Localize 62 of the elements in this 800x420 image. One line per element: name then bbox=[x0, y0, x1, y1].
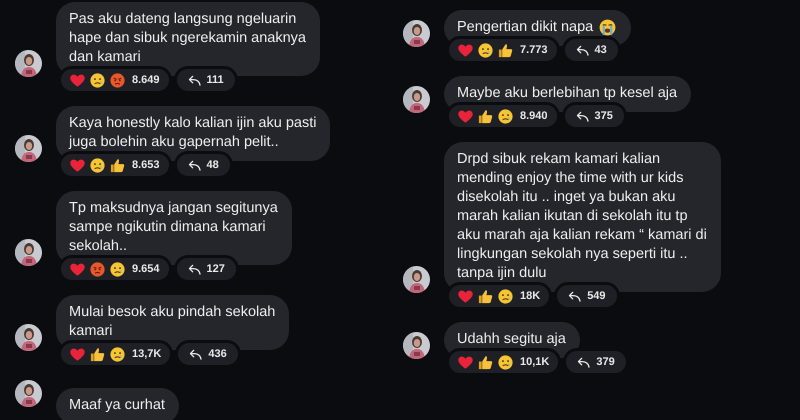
message-bubble: Pas aku dateng langsung ngeluarin hape dan sibuk ngerekamin anaknya dan kamari bbox=[56, 2, 320, 76]
sad-face-icon bbox=[497, 108, 514, 124]
sad-face-icon bbox=[109, 260, 126, 278]
reply-button[interactable]: 375 bbox=[562, 102, 627, 130]
reply-button[interactable]: 127 bbox=[174, 255, 239, 283]
reply-icon bbox=[188, 160, 201, 170]
thumbs-up-icon bbox=[497, 42, 514, 58]
reply-icon bbox=[576, 110, 589, 122]
reply-button[interactable]: 111 bbox=[174, 66, 238, 94]
thumbs-up-icon bbox=[477, 354, 494, 370]
reaction-count: 8.649 bbox=[132, 74, 160, 86]
angry-face-icon bbox=[109, 72, 126, 88]
reply-button[interactable]: 379 bbox=[563, 348, 629, 376]
sad-face-icon bbox=[89, 72, 106, 88]
message-bubble: Kaya honestly kalo kalian ijin aku pasti juga bolehin aku gapernah pelit.. bbox=[56, 106, 330, 161]
sad-face-icon bbox=[89, 156, 106, 174]
thumbs-up-icon bbox=[109, 156, 126, 174]
reply-icon bbox=[577, 356, 590, 368]
reaction-count: 7.773 bbox=[520, 44, 548, 56]
reactions-pill[interactable]: 8.653 bbox=[58, 151, 172, 179]
reaction-count: 13,7K bbox=[132, 348, 162, 360]
heart-icon bbox=[457, 108, 474, 124]
sad-face-icon bbox=[497, 288, 514, 304]
angry-face-icon bbox=[89, 260, 106, 278]
heart-icon bbox=[457, 354, 474, 370]
reactions-pill[interactable]: 8.649 bbox=[58, 66, 172, 94]
thumbs-up-icon bbox=[477, 108, 494, 124]
reply-button[interactable]: 48 bbox=[174, 151, 233, 179]
reactions-pill[interactable]: 18K bbox=[446, 282, 552, 310]
message-bubble: Tp maksudnya jangan segitunya sampe ngikutin dimana kamari sekolah.. bbox=[56, 191, 292, 265]
message-bubble: Drpd sibuk rekam kamari kalian mending enjoy the time with ur kids disekolah itu .. inget ya bukan aku marah kalian ikutan di sekolah itu tp aku marah aja kalian rekam “ kamari di lingkungan sekolah nya seperti itu .. tanpa ijin dulu bbox=[444, 142, 721, 292]
reactions-pill[interactable]: 10,1K bbox=[446, 348, 562, 376]
heart-icon bbox=[69, 72, 86, 88]
sad-face-icon bbox=[497, 354, 514, 370]
reply-icon bbox=[189, 348, 202, 360]
reply-icon bbox=[576, 44, 589, 56]
reply-button[interactable]: 549 bbox=[554, 282, 620, 310]
heart-icon bbox=[457, 288, 474, 304]
message-bubble: Maaf ya curhat bbox=[56, 388, 179, 420]
heart-icon bbox=[69, 156, 86, 174]
crying-face-icon bbox=[598, 18, 618, 37]
reactions-pill[interactable]: 8.940 bbox=[446, 102, 560, 130]
reactions-pill[interactable]: 13,7K bbox=[58, 340, 174, 368]
reactions-pill[interactable]: 9.654 bbox=[58, 255, 172, 283]
reply-button[interactable]: 43 bbox=[562, 36, 621, 64]
heart-icon bbox=[457, 42, 474, 58]
reply-icon bbox=[188, 264, 201, 274]
reply-button[interactable]: 436 bbox=[175, 340, 241, 368]
reaction-count: 10,1K bbox=[520, 356, 550, 368]
heart-icon bbox=[69, 260, 86, 278]
reply-icon bbox=[568, 290, 582, 302]
reaction-count: 8.653 bbox=[132, 159, 160, 171]
reactions-pill[interactable]: 7.773 bbox=[446, 36, 560, 64]
sad-face-icon bbox=[109, 346, 126, 362]
reaction-count: 8.940 bbox=[520, 110, 548, 122]
reply-icon bbox=[188, 74, 201, 86]
heart-icon bbox=[69, 346, 86, 362]
thumbs-up-icon bbox=[89, 346, 106, 362]
sad-face-icon bbox=[477, 42, 494, 58]
reaction-count: 9.654 bbox=[132, 263, 160, 275]
thumbs-up-icon bbox=[477, 288, 494, 304]
reaction-count: 18K bbox=[520, 290, 540, 302]
